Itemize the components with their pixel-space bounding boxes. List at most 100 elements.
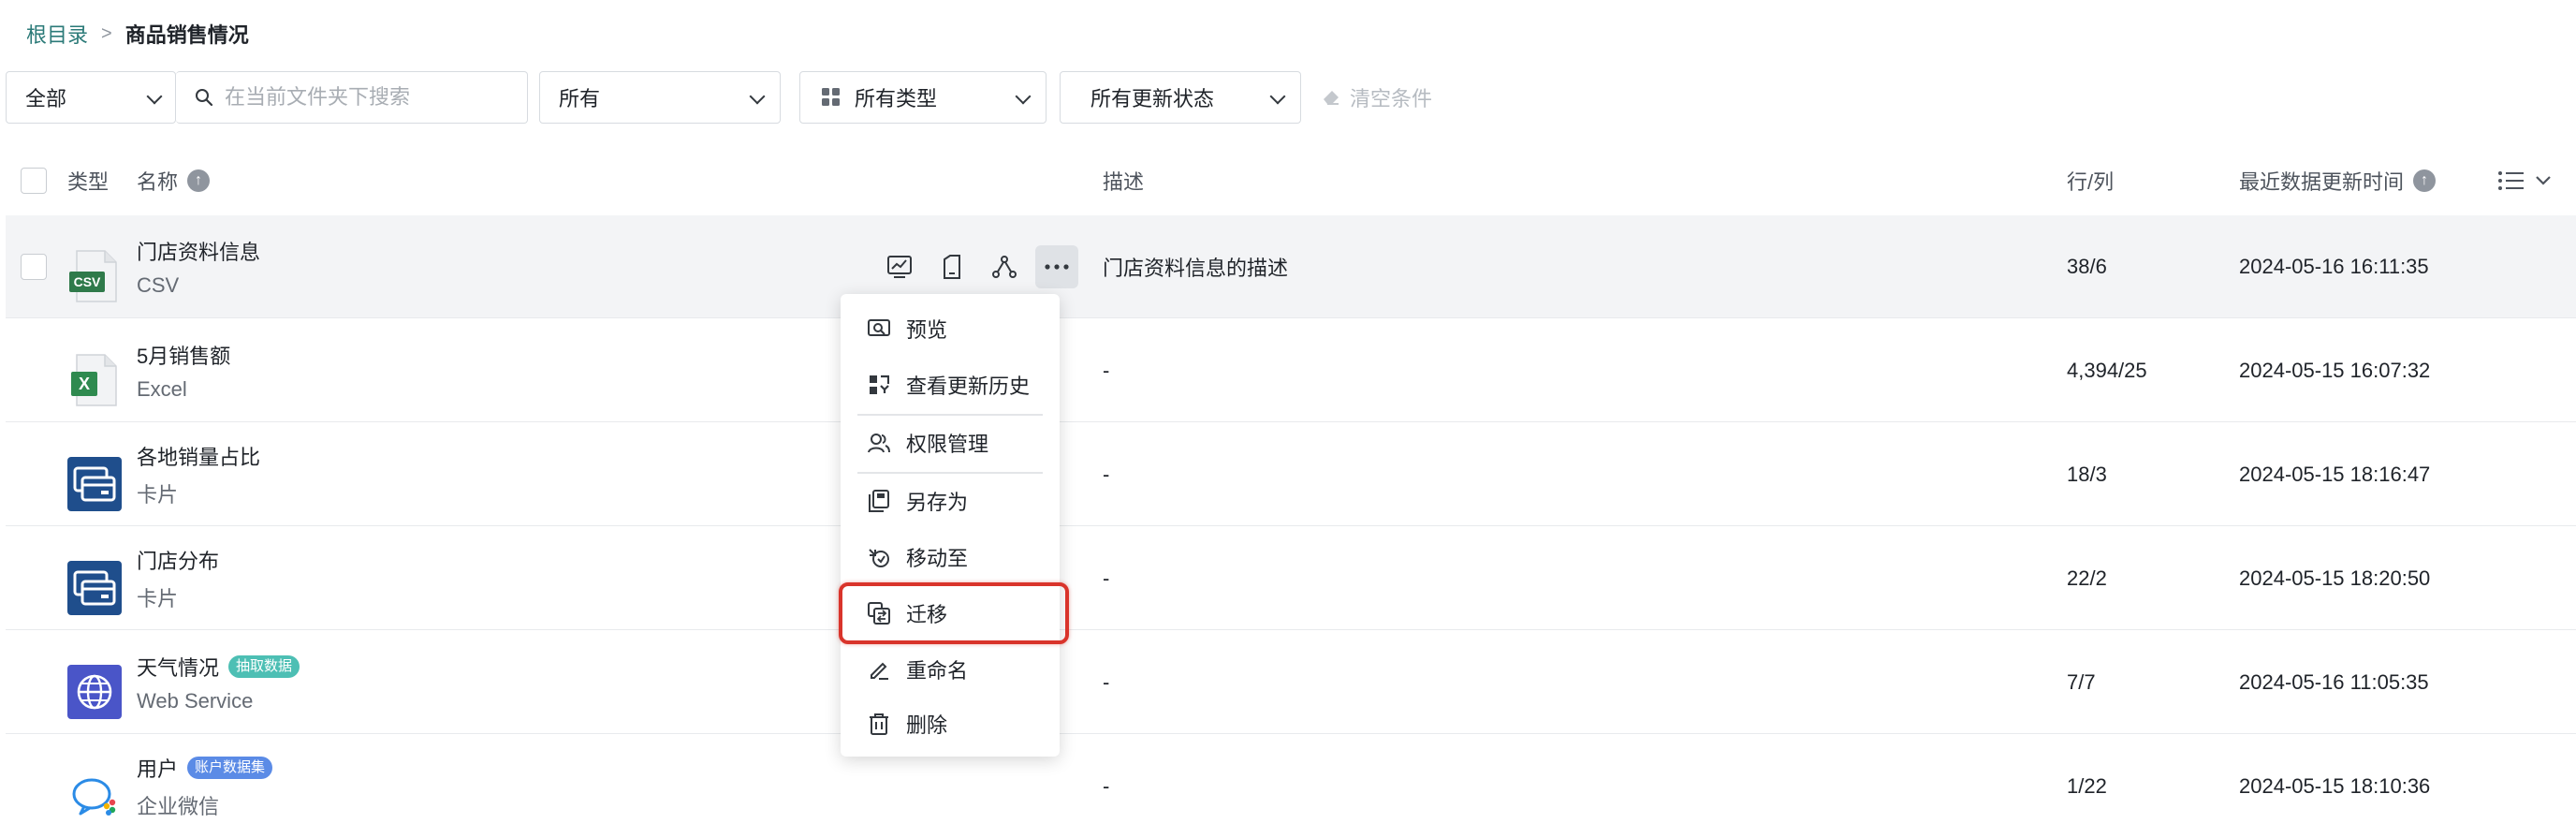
row-description: - [1103, 566, 1110, 590]
row-name[interactable]: 用户 [137, 753, 178, 783]
scope-select-value: 全部 [25, 87, 67, 110]
header-name-label: 名称 [137, 170, 179, 194]
row-description: 门店资料信息的描述 [1103, 257, 1289, 280]
update-status-select-value: 所有更新状态 [1090, 87, 1215, 110]
preview-icon [867, 316, 891, 341]
row-name[interactable]: 天气情况 [137, 652, 219, 682]
extract-data-badge: 抽取数据 [228, 655, 300, 678]
type-select[interactable]: 所有类型 [799, 71, 1046, 124]
chevron-down-icon [146, 88, 163, 105]
clear-conditions-button[interactable]: 清空条件 [1320, 71, 1432, 124]
search-box[interactable] [176, 71, 528, 124]
breadcrumb: 根目录 > 商品销售情况 [26, 19, 249, 49]
table-row[interactable]: X 5月销售额 Excel - 4,394/25 2024-05-15 16:0… [6, 319, 2576, 422]
lineage-icon[interactable] [983, 245, 1026, 288]
header-last-update-label: 最近数据更新时间 [2239, 170, 2405, 194]
row-type: 卡片 [137, 587, 179, 610]
row-updated: 2024-05-16 11:05:35 [2239, 670, 2429, 694]
document-icon[interactable] [930, 245, 973, 288]
menu-item-label: 删除 [906, 713, 948, 737]
row-description: - [1103, 463, 1110, 486]
menu-item-label: 权限管理 [906, 433, 989, 456]
menu-item-label: 移动至 [906, 547, 969, 570]
grid-icon [821, 87, 842, 108]
clear-conditions-label: 清空条件 [1350, 87, 1433, 110]
excel-file-icon: X [67, 353, 122, 407]
filter-bar: 全部 所有 所有类型 所有更新状态 清空条件 [6, 71, 1503, 124]
row-rows-cols: 18/3 [2067, 463, 2107, 486]
breadcrumb-current: 商品销售情况 [124, 23, 249, 47]
menu-item-preview[interactable]: 预览 [841, 301, 1060, 356]
row-updated: 2024-05-15 18:16:47 [2239, 463, 2431, 486]
header-name[interactable]: 名称 ↑ [137, 152, 211, 210]
type-select-value: 所有类型 [855, 87, 938, 110]
history-icon [867, 373, 891, 397]
row-actions [878, 245, 1078, 288]
row-description: - [1103, 670, 1110, 694]
search-input[interactable] [223, 84, 507, 110]
select-all-checkbox[interactable] [21, 152, 47, 210]
globe-icon [67, 665, 122, 719]
row-rows-cols: 1/22 [2067, 774, 2107, 798]
row-rows-cols: 38/6 [2067, 255, 2107, 278]
pencil-icon [867, 657, 891, 682]
row-name[interactable]: 门店分布 [137, 545, 219, 575]
menu-item-update-history[interactable]: 查看更新历史 [841, 358, 1060, 412]
row-rows-cols: 7/7 [2067, 670, 2096, 694]
owner-select[interactable]: 所有 [539, 71, 781, 124]
column-settings-button[interactable] [2497, 152, 2552, 210]
row-rows-cols: 4,394/25 [2067, 359, 2147, 382]
wecom-icon [67, 769, 122, 823]
owner-select-value: 所有 [559, 87, 601, 110]
row-updated: 2024-05-15 18:20:50 [2239, 566, 2431, 590]
chevron-down-icon [2535, 175, 2552, 186]
table-header: 类型 名称 ↑ 描述 行/列 最近数据更新时间 ↑ [6, 152, 2576, 210]
row-type: 卡片 [137, 483, 179, 507]
row-updated: 2024-05-15 16:07:32 [2239, 359, 2431, 382]
menu-item-rename[interactable]: 重命名 [841, 642, 1060, 697]
menu-item-migrate[interactable]: 迁移 [839, 582, 1069, 644]
row-updated: 2024-05-16 16:11:35 [2239, 255, 2429, 278]
row-type: Excel [137, 377, 187, 401]
analysis-chart-icon[interactable] [878, 245, 921, 288]
menu-item-save-as[interactable]: 另存为 [841, 474, 1060, 528]
table-row[interactable]: 天气情况 抽取数据 Web Service - 7/7 2024-05-16 1… [6, 631, 2576, 734]
svg-text:X: X [79, 375, 90, 393]
header-type: 类型 [67, 170, 110, 194]
scope-select[interactable]: 全部 [6, 71, 176, 124]
header-description: 描述 [1103, 170, 1145, 194]
header-rows-cols: 行/列 [2067, 170, 2115, 194]
menu-item-label: 另存为 [906, 491, 969, 514]
header-last-update[interactable]: 最近数据更新时间 ↑ [2239, 152, 2437, 210]
breadcrumb-root-link[interactable]: 根目录 [26, 19, 88, 49]
menu-item-permissions[interactable]: 权限管理 [841, 416, 1060, 470]
row-description: - [1103, 359, 1110, 382]
sort-arrow-icon[interactable]: ↑ [187, 169, 211, 192]
update-status-select[interactable]: 所有更新状态 [1060, 71, 1301, 124]
breadcrumb-separator: > [101, 22, 112, 44]
more-icon[interactable] [1035, 245, 1078, 288]
table-row[interactable]: 门店分布 卡片 - 22/2 2024-05-15 18:20:50 [6, 527, 2576, 630]
row-type: 企业微信 [137, 795, 220, 818]
row-name[interactable]: 各地销量占比 [137, 441, 260, 471]
menu-item-label: 预览 [906, 318, 948, 342]
list-icon [2497, 170, 2525, 191]
row-name[interactable]: 5月销售额 [137, 340, 230, 370]
sort-arrow-icon[interactable]: ↑ [2413, 169, 2437, 192]
svg-text:CSV: CSV [74, 274, 101, 289]
card-icon [67, 457, 122, 511]
menu-item-move-to[interactable]: 移动至 [841, 530, 1060, 584]
menu-item-delete[interactable]: 删除 [841, 697, 1060, 751]
table-row[interactable]: 用户 账户数据集 企业微信 - 1/22 2024-05-15 18:10:36 [6, 735, 2576, 838]
search-icon [195, 88, 213, 107]
save-as-icon [867, 489, 891, 513]
row-updated: 2024-05-15 18:10:36 [2239, 774, 2431, 798]
menu-item-label: 重命名 [906, 659, 969, 683]
context-menu: 预览 查看更新历史 权限管理 另存为 移动至 迁移 重命名 删除 [839, 294, 1069, 757]
row-name[interactable]: 门店资料信息 [137, 236, 260, 266]
table-row[interactable]: 各地销量占比 卡片 - 18/3 2024-05-15 18:16:47 [6, 423, 2576, 526]
menu-item-label: 查看更新历史 [906, 375, 1031, 398]
move-icon [867, 545, 891, 569]
table-row[interactable]: CSV 门店资料信息 CSV 门店资料信息的描述 38/6 2024-05-16… [6, 215, 2576, 318]
row-checkbox[interactable] [21, 215, 47, 318]
